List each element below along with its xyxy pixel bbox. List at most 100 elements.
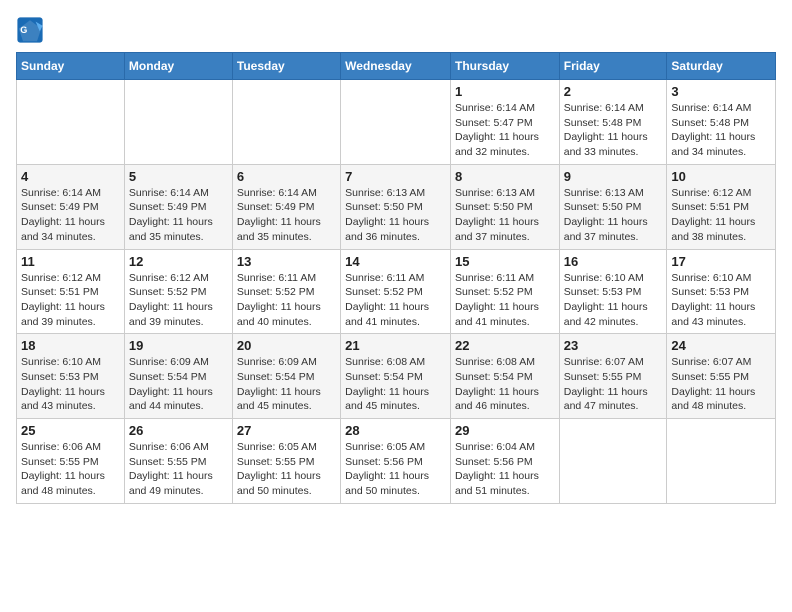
logo-icon: G [16,16,44,44]
calendar-cell: 12 Sunrise: 6:12 AMSunset: 5:52 PMDayligh… [124,249,232,334]
day-info: Sunrise: 6:14 AMSunset: 5:47 PMDaylight:… [455,101,555,160]
logo: G [16,16,48,44]
calendar-cell: 16 Sunrise: 6:10 AMSunset: 5:53 PMDayligh… [559,249,667,334]
day-number: 28 [345,423,446,438]
day-number: 2 [564,84,663,99]
calendar-cell: 6 Sunrise: 6:14 AMSunset: 5:49 PMDaylight… [232,164,340,249]
day-info: Sunrise: 6:11 AMSunset: 5:52 PMDaylight:… [345,271,446,330]
day-info: Sunrise: 6:10 AMSunset: 5:53 PMDaylight:… [564,271,663,330]
calendar-cell: 4 Sunrise: 6:14 AMSunset: 5:49 PMDaylight… [17,164,125,249]
day-number: 1 [455,84,555,99]
day-info: Sunrise: 6:14 AMSunset: 5:49 PMDaylight:… [21,186,120,245]
calendar-cell: 10Sunrise: 6:12 AMSunset: 5:51 PMDayligh… [667,164,776,249]
day-info: Sunrise: 6:13 AMSunset: 5:50 PMDaylight:… [564,186,663,245]
calendar-cell: 19 Sunrise: 6:09 AMSunset: 5:54 PMDayligh… [124,334,232,419]
page-header: G [16,16,776,44]
day-info: Sunrise: 6:08 AMSunset: 5:54 PMDaylight:… [455,355,555,414]
header-wednesday: Wednesday [341,53,451,80]
calendar-cell: 11 Sunrise: 6:12 AMSunset: 5:51 PMDayligh… [17,249,125,334]
svg-text:G: G [20,25,27,35]
day-info: Sunrise: 6:11 AMSunset: 5:52 PMDaylight:… [237,271,336,330]
day-info: Sunrise: 6:09 AMSunset: 5:54 PMDaylight:… [129,355,228,414]
day-number: 17 [671,254,771,269]
calendar-cell: 27 Sunrise: 6:05 AMSunset: 5:55 PMDayligh… [232,419,340,504]
day-number: 3 [671,84,771,99]
calendar-week-1: 1 Sunrise: 6:14 AMSunset: 5:47 PMDaylight… [17,80,776,165]
day-info: Sunrise: 6:13 AMSunset: 5:50 PMDaylight:… [455,186,555,245]
calendar-cell: 26 Sunrise: 6:06 AMSunset: 5:55 PMDayligh… [124,419,232,504]
day-info: Sunrise: 6:11 AMSunset: 5:52 PMDaylight:… [455,271,555,330]
day-number: 18 [21,338,120,353]
day-number: 13 [237,254,336,269]
calendar-cell: 17 Sunrise: 6:10 AMSunset: 5:53 PMDayligh… [667,249,776,334]
day-info: Sunrise: 6:12 AMSunset: 5:51 PMDaylight:… [21,271,120,330]
day-info: Sunrise: 6:10 AMSunset: 5:53 PMDaylight:… [671,271,771,330]
header-thursday: Thursday [450,53,559,80]
calendar-cell [17,80,125,165]
header-friday: Friday [559,53,667,80]
calendar-table: SundayMondayTuesdayWednesdayThursdayFrid… [16,52,776,504]
calendar-cell: 20 Sunrise: 6:09 AMSunset: 5:54 PMDayligh… [232,334,340,419]
day-info: Sunrise: 6:09 AMSunset: 5:54 PMDaylight:… [237,355,336,414]
day-info: Sunrise: 6:14 AMSunset: 5:49 PMDaylight:… [129,186,228,245]
header-sunday: Sunday [17,53,125,80]
day-number: 20 [237,338,336,353]
calendar-cell: 24Sunrise: 6:07 AMSunset: 5:55 PMDayligh… [667,334,776,419]
calendar-week-4: 18 Sunrise: 6:10 AMSunset: 5:53 PMDayligh… [17,334,776,419]
calendar-cell: 3Sunrise: 6:14 AMSunset: 5:48 PMDaylight… [667,80,776,165]
day-number: 6 [237,169,336,184]
calendar-header-row: SundayMondayTuesdayWednesdayThursdayFrid… [17,53,776,80]
day-info: Sunrise: 6:10 AMSunset: 5:53 PMDaylight:… [21,355,120,414]
calendar-cell: 5 Sunrise: 6:14 AMSunset: 5:49 PMDaylight… [124,164,232,249]
day-info: Sunrise: 6:07 AMSunset: 5:55 PMDaylight:… [564,355,663,414]
day-number: 9 [564,169,663,184]
day-info: Sunrise: 6:06 AMSunset: 5:55 PMDaylight:… [129,440,228,499]
calendar-cell: 14 Sunrise: 6:11 AMSunset: 5:52 PMDayligh… [341,249,451,334]
day-number: 19 [129,338,228,353]
calendar-cell: 2 Sunrise: 6:14 AMSunset: 5:48 PMDaylight… [559,80,667,165]
day-number: 7 [345,169,446,184]
day-number: 11 [21,254,120,269]
day-number: 12 [129,254,228,269]
day-number: 26 [129,423,228,438]
day-info: Sunrise: 6:12 AMSunset: 5:52 PMDaylight:… [129,271,228,330]
calendar-cell [667,419,776,504]
calendar-cell: 23 Sunrise: 6:07 AMSunset: 5:55 PMDayligh… [559,334,667,419]
calendar-cell: 29 Sunrise: 6:04 AMSunset: 5:56 PMDayligh… [450,419,559,504]
day-info: Sunrise: 6:14 AMSunset: 5:48 PMDaylight:… [564,101,663,160]
day-number: 27 [237,423,336,438]
day-number: 23 [564,338,663,353]
header-tuesday: Tuesday [232,53,340,80]
calendar-cell [124,80,232,165]
day-info: Sunrise: 6:05 AMSunset: 5:56 PMDaylight:… [345,440,446,499]
day-number: 4 [21,169,120,184]
header-saturday: Saturday [667,53,776,80]
day-number: 21 [345,338,446,353]
calendar-cell [232,80,340,165]
day-number: 16 [564,254,663,269]
day-info: Sunrise: 6:08 AMSunset: 5:54 PMDaylight:… [345,355,446,414]
calendar-cell [341,80,451,165]
calendar-cell: 22 Sunrise: 6:08 AMSunset: 5:54 PMDayligh… [450,334,559,419]
calendar-cell: 25Sunrise: 6:06 AMSunset: 5:55 PMDayligh… [17,419,125,504]
calendar-week-3: 11 Sunrise: 6:12 AMSunset: 5:51 PMDayligh… [17,249,776,334]
calendar-cell: 28 Sunrise: 6:05 AMSunset: 5:56 PMDayligh… [341,419,451,504]
calendar-cell: 18 Sunrise: 6:10 AMSunset: 5:53 PMDayligh… [17,334,125,419]
day-info: Sunrise: 6:05 AMSunset: 5:55 PMDaylight:… [237,440,336,499]
calendar-cell [559,419,667,504]
calendar-cell: 1 Sunrise: 6:14 AMSunset: 5:47 PMDaylight… [450,80,559,165]
day-number: 8 [455,169,555,184]
calendar-cell: 15 Sunrise: 6:11 AMSunset: 5:52 PMDayligh… [450,249,559,334]
calendar-week-5: 25Sunrise: 6:06 AMSunset: 5:55 PMDayligh… [17,419,776,504]
day-info: Sunrise: 6:12 AMSunset: 5:51 PMDaylight:… [671,186,771,245]
day-info: Sunrise: 6:14 AMSunset: 5:49 PMDaylight:… [237,186,336,245]
day-info: Sunrise: 6:04 AMSunset: 5:56 PMDaylight:… [455,440,555,499]
day-number: 14 [345,254,446,269]
day-number: 29 [455,423,555,438]
day-number: 22 [455,338,555,353]
calendar-week-2: 4 Sunrise: 6:14 AMSunset: 5:49 PMDaylight… [17,164,776,249]
day-info: Sunrise: 6:13 AMSunset: 5:50 PMDaylight:… [345,186,446,245]
day-number: 15 [455,254,555,269]
day-number: 24 [671,338,771,353]
day-number: 5 [129,169,228,184]
